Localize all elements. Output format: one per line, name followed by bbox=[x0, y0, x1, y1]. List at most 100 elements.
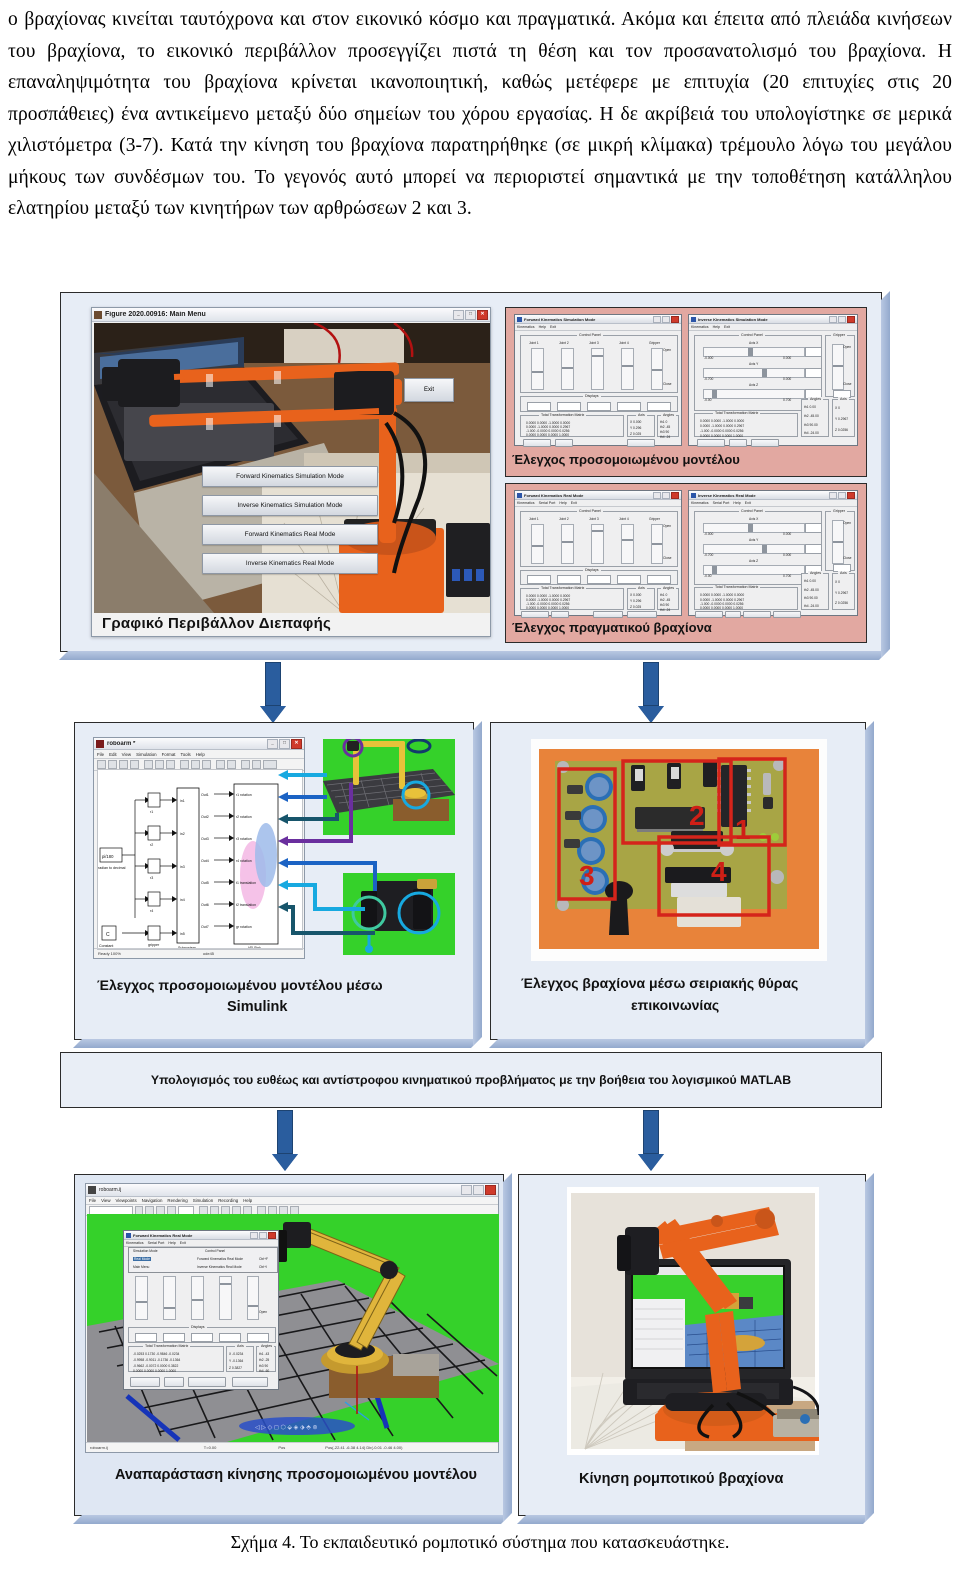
up-icon[interactable] bbox=[202, 760, 211, 769]
menu-kinematics[interactable]: Kinematics bbox=[517, 501, 535, 505]
menu-kinematics[interactable]: Kinematics bbox=[517, 325, 535, 329]
menu-item-fk-real[interactable]: Forward Kinematics Real Mode bbox=[197, 1257, 243, 1261]
exit-button[interactable] bbox=[555, 439, 573, 447]
menu-help[interactable]: Help bbox=[559, 501, 566, 505]
joint2-slider[interactable] bbox=[561, 524, 574, 564]
vr-embedded-control-window[interactable]: Forward Kinematics Real Mode Kinematics … bbox=[123, 1230, 279, 1390]
maximize-icon[interactable] bbox=[662, 315, 670, 323]
display-value-4[interactable] bbox=[647, 402, 671, 411]
display-value-4[interactable] bbox=[247, 1333, 269, 1342]
joint1-slider[interactable] bbox=[531, 524, 544, 564]
vr-menu-file[interactable]: File bbox=[89, 1198, 96, 1203]
display-value-2[interactable] bbox=[587, 575, 611, 584]
vr-window-menubar[interactable]: File View Viewpoints Navigation Renderin… bbox=[86, 1197, 498, 1205]
ik-sim-menubar[interactable]: Kinematics Help Exit bbox=[689, 324, 857, 331]
cut-icon[interactable] bbox=[144, 760, 153, 769]
joint3-slider[interactable] bbox=[191, 1276, 204, 1320]
start-point-button[interactable] bbox=[232, 1377, 268, 1387]
menu-serial-port[interactable]: Serial Port bbox=[539, 501, 556, 505]
menu-serial-port[interactable]: Serial Port bbox=[148, 1241, 165, 1245]
ik-real-menubar[interactable]: Kinematics Serial Port Help Exit bbox=[689, 500, 857, 507]
simulate-button[interactable] bbox=[697, 439, 725, 447]
close-icon[interactable]: ✕ bbox=[477, 309, 488, 320]
menu-exit[interactable]: Exit bbox=[724, 325, 730, 329]
close-icon[interactable] bbox=[847, 315, 855, 323]
exit-button[interactable] bbox=[729, 439, 747, 447]
menu-item-main-menu[interactable]: Main Menu bbox=[133, 1265, 149, 1269]
start-point-button[interactable] bbox=[751, 439, 779, 447]
joint1-slider[interactable] bbox=[135, 1276, 148, 1320]
display-value-1[interactable] bbox=[163, 1333, 185, 1342]
simulink-canvas[interactable]: pi/180 radian to decimal C Constant r1 r2… bbox=[97, 769, 303, 950]
inverse-kinematics-real-button[interactable]: Inverse Kinematics Real Mode bbox=[202, 553, 378, 574]
display-value-2[interactable] bbox=[191, 1333, 213, 1342]
menu-item-real-mode[interactable]: Real Mode bbox=[133, 1257, 151, 1261]
menu-kinematics[interactable]: Kinematics bbox=[126, 1241, 144, 1245]
fk-real-menubar[interactable]: Kinematics Serial Port Help Exit bbox=[515, 500, 681, 507]
run-icon[interactable] bbox=[241, 760, 250, 769]
display-value-2[interactable] bbox=[587, 402, 611, 411]
axis-y-value[interactable] bbox=[805, 544, 822, 554]
simulink-window[interactable]: roboarm * _ □ ✕ File Edit View Simulatio… bbox=[93, 737, 305, 959]
start-point-button[interactable] bbox=[627, 439, 655, 447]
joint4-slider[interactable] bbox=[219, 1276, 232, 1320]
menu-help[interactable]: Help bbox=[539, 325, 546, 329]
zoom-out-icon[interactable] bbox=[227, 760, 236, 769]
joint2-slider[interactable] bbox=[561, 348, 574, 390]
gripper-slider[interactable] bbox=[651, 524, 663, 564]
exit-button[interactable] bbox=[551, 611, 569, 618]
menu-kinematics[interactable]: Kinematics bbox=[691, 501, 709, 505]
start-point-button[interactable] bbox=[743, 611, 771, 618]
simulink-window-controls[interactable]: _ □ ✕ bbox=[267, 738, 302, 749]
menu-file[interactable]: File bbox=[97, 752, 104, 757]
minimize-icon[interactable] bbox=[653, 315, 661, 323]
minimize-icon[interactable]: _ bbox=[453, 309, 464, 320]
close-icon[interactable] bbox=[268, 1231, 276, 1239]
close-icon[interactable] bbox=[485, 1185, 496, 1195]
display-value-3[interactable] bbox=[617, 402, 641, 411]
joint3-slider[interactable] bbox=[591, 524, 604, 564]
menu-exit[interactable]: Exit bbox=[571, 501, 577, 505]
joint3-slider[interactable] bbox=[591, 348, 604, 390]
vr-menu-view[interactable]: View bbox=[101, 1198, 110, 1203]
embedded-dropdown-menu[interactable]: Simulation Mode Real Mode Main Menu Forw… bbox=[128, 1247, 278, 1273]
maximize-icon[interactable] bbox=[662, 491, 670, 499]
ik-sim-window-controls[interactable] bbox=[829, 315, 855, 323]
menu-edit[interactable]: Edit bbox=[109, 752, 117, 757]
maximize-icon[interactable] bbox=[838, 491, 846, 499]
joint1-slider[interactable] bbox=[531, 348, 544, 390]
print-icon[interactable] bbox=[130, 760, 139, 769]
fk-real-window-controls[interactable] bbox=[653, 491, 679, 499]
display-value-3[interactable] bbox=[219, 1333, 241, 1342]
vr-menu-navigation[interactable]: Navigation bbox=[142, 1198, 163, 1203]
maximize-icon[interactable]: □ bbox=[465, 309, 476, 320]
vr-simulation-window[interactable]: roboarm.ij File View Viewpoints Navigati… bbox=[85, 1183, 499, 1453]
vr-menu-rendering[interactable]: Rendering bbox=[167, 1198, 187, 1203]
close-icon[interactable]: ✕ bbox=[291, 738, 302, 749]
menu-simulation[interactable]: Simulation bbox=[136, 752, 157, 757]
window-controls[interactable]: _ □ ✕ bbox=[453, 309, 488, 320]
inverse-kinematics-simulation-button[interactable]: Inverse Kinematics Simulation Mode bbox=[202, 495, 378, 516]
close-icon[interactable] bbox=[671, 315, 679, 323]
paste-icon[interactable] bbox=[166, 760, 175, 769]
forward-kinematics-real-window[interactable]: Forward Kinematics Real Mode Kinematics … bbox=[514, 490, 682, 618]
maximize-icon[interactable] bbox=[473, 1185, 484, 1195]
minimize-icon[interactable] bbox=[653, 491, 661, 499]
simulate-button[interactable] bbox=[695, 611, 723, 618]
open-icon[interactable] bbox=[108, 760, 117, 769]
forward-kinematics-real-button[interactable]: Forward Kinematics Real Mode bbox=[202, 524, 378, 545]
gripper-slider[interactable] bbox=[651, 348, 663, 390]
minimize-icon[interactable] bbox=[250, 1231, 258, 1239]
embedded-window-controls[interactable] bbox=[250, 1231, 276, 1239]
save-icon[interactable] bbox=[119, 760, 128, 769]
ik-real-window-controls[interactable] bbox=[829, 491, 855, 499]
minimize-icon[interactable] bbox=[461, 1185, 472, 1195]
menu-view[interactable]: View bbox=[122, 752, 131, 757]
vr-menu-help[interactable]: Help bbox=[243, 1198, 252, 1203]
stop-icon[interactable] bbox=[252, 760, 261, 769]
fk-sim-menubar[interactable]: Kinematics Help Exit bbox=[515, 324, 681, 331]
menu-help[interactable]: Help bbox=[196, 752, 205, 757]
menu-tools[interactable]: Tools bbox=[181, 752, 191, 757]
minimize-icon[interactable]: _ bbox=[267, 738, 278, 749]
menu-kinematics[interactable]: Kinematics bbox=[691, 325, 709, 329]
